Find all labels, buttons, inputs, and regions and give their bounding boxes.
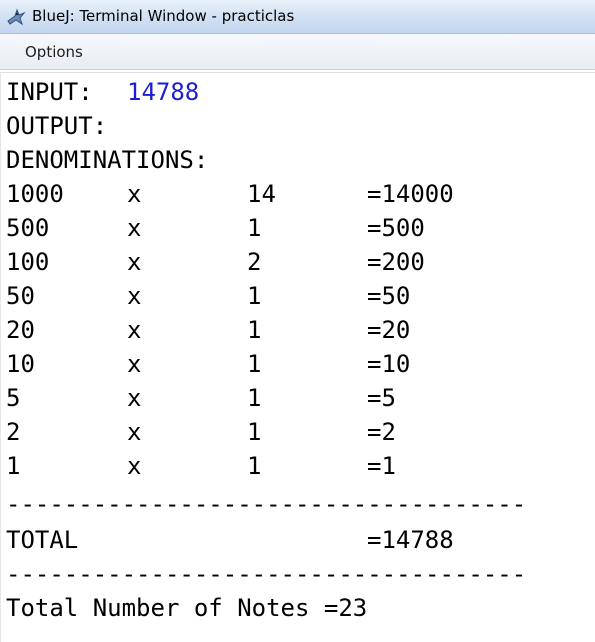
row-count: 2 <box>247 248 262 276</box>
row-times: x <box>127 282 142 310</box>
bluej-bird-icon <box>6 7 26 27</box>
menu-bar: Options <box>0 34 595 70</box>
row-denomination: 500 <box>6 214 50 242</box>
row-denomination: 1 <box>6 452 21 480</box>
denominations-label: DENOMINATIONS: <box>6 146 209 174</box>
row-times: x <box>127 384 142 412</box>
row-times: x <box>127 452 142 480</box>
row-times: x <box>127 248 142 276</box>
denominations-line: DENOMINATIONS: <box>6 145 591 175</box>
row-count: 14 <box>247 180 276 208</box>
row-count: 1 <box>247 452 262 480</box>
input-label: INPUT: <box>6 78 93 106</box>
denomination-row: 50 x 1 =50 <box>6 281 591 311</box>
row-result: =2 <box>367 418 396 446</box>
row-result: =5 <box>367 384 396 412</box>
row-denomination: 1000 <box>6 180 64 208</box>
row-result: =200 <box>367 248 425 276</box>
row-denomination: 5 <box>6 384 21 412</box>
row-denomination: 10 <box>6 350 35 378</box>
row-count: 1 <box>247 282 262 310</box>
window-title: BlueJ: Terminal Window - practiclas <box>32 7 295 25</box>
row-times: x <box>127 418 142 446</box>
row-count: 1 <box>247 384 262 412</box>
notes-count-line: Total Number of Notes =23 <box>6 594 368 622</box>
denomination-row: 20 x 1 =20 <box>6 315 591 345</box>
row-result: =14000 <box>367 180 454 208</box>
row-times: x <box>127 180 142 208</box>
row-count: 1 <box>247 214 262 242</box>
row-times: x <box>127 350 142 378</box>
denomination-row: 10 x 1 =10 <box>6 349 591 379</box>
title-bar[interactable]: BlueJ: Terminal Window - practiclas <box>0 0 595 34</box>
denomination-row: 2 x 1 =2 <box>6 417 591 447</box>
row-denomination: 50 <box>6 282 35 310</box>
row-denomination: 2 <box>6 418 21 446</box>
row-result: =10 <box>367 350 411 378</box>
total-label: TOTAL <box>6 526 79 554</box>
menu-options[interactable]: Options <box>25 43 83 61</box>
row-result: =500 <box>367 214 425 242</box>
row-denomination: 100 <box>6 248 50 276</box>
input-line: INPUT: 14788 <box>6 77 591 107</box>
denomination-row: 1 x 1 =1 <box>6 451 591 481</box>
row-result: =50 <box>367 282 411 310</box>
row-times: x <box>127 316 142 344</box>
row-count: 1 <box>247 316 262 344</box>
terminal-window: BlueJ: Terminal Window - practiclas Opti… <box>0 0 595 642</box>
total-line: TOTAL =14788 <box>6 525 591 555</box>
denomination-row: 1000 x 14 =14000 <box>6 179 591 209</box>
row-times: x <box>127 214 142 242</box>
output-line: OUTPUT: <box>6 111 591 141</box>
row-count: 1 <box>247 350 262 378</box>
row-result: =20 <box>367 316 411 344</box>
output-label: OUTPUT: <box>6 112 108 140</box>
row-result: =1 <box>367 452 396 480</box>
denomination-row: 500 x 1 =500 <box>6 213 591 243</box>
total-value: =14788 <box>367 526 454 554</box>
separator-line: ------------------------------------ <box>6 490 527 518</box>
separator-line: ------------------------------------ <box>6 560 527 588</box>
input-value: 14788 <box>127 78 200 106</box>
row-denomination: 20 <box>6 316 35 344</box>
denomination-row: 5 x 1 =5 <box>6 383 591 413</box>
terminal-output[interactable]: INPUT: 14788 OUTPUT: DENOMINATIONS: 1000… <box>0 72 595 642</box>
row-count: 1 <box>247 418 262 446</box>
denomination-row: 100 x 2 =200 <box>6 247 591 277</box>
